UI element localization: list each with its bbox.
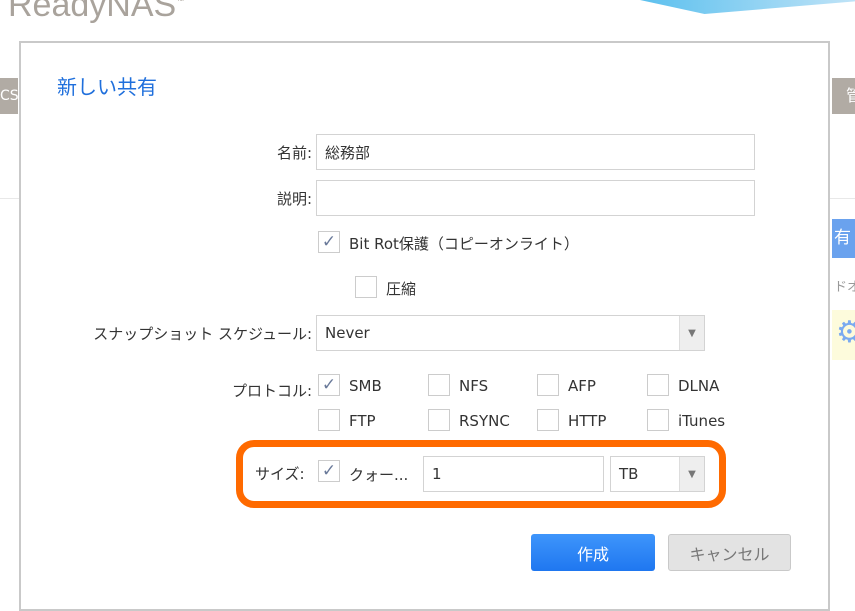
readynas-logo: ReadyNAS™	[8, 0, 184, 25]
snapshot-select[interactable]: Never ▼	[316, 315, 705, 351]
chevron-down-icon: ▼	[679, 457, 704, 491]
description-input[interactable]	[316, 180, 755, 216]
bitrot-checkbox[interactable]: ✓	[318, 231, 340, 253]
protocol-label: プロトコル:	[231, 382, 312, 400]
check-icon: ✓	[321, 232, 337, 252]
protocol-http-checkbox[interactable]	[537, 409, 559, 431]
protocol-dlna-label: DLNA	[678, 377, 720, 395]
unit-value: TB	[619, 465, 639, 483]
bitrot-label: Bit Rot保護（コピーオンライト）	[349, 235, 579, 253]
protocol-smb-label: SMB	[349, 377, 382, 395]
compress-label: 圧縮	[386, 280, 417, 298]
background-text: ドオ	[834, 280, 855, 295]
protocol-ftp-checkbox[interactable]	[318, 409, 340, 431]
protocol-dlna-checkbox[interactable]	[647, 374, 669, 396]
dialog-title: 新しい共有	[57, 75, 157, 99]
check-icon: ✓	[321, 461, 337, 481]
quota-checkbox[interactable]: ✓	[318, 460, 340, 482]
description-label: 説明:	[276, 190, 312, 208]
nav-tab-left[interactable]: CS	[0, 78, 18, 114]
logo-text: ReadyNAS	[8, 0, 177, 24]
name-input[interactable]: 総務部	[316, 134, 755, 170]
protocol-nfs-checkbox[interactable]	[428, 374, 450, 396]
background-button[interactable]: 有	[832, 219, 855, 258]
notice-box: ⚙	[832, 310, 855, 360]
protocol-smb-checkbox[interactable]: ✓	[318, 374, 340, 396]
header-decoration	[640, 0, 855, 14]
chevron-down-icon: ▼	[679, 316, 704, 350]
check-icon: ✓	[321, 375, 337, 395]
protocol-afp-checkbox[interactable]	[537, 374, 559, 396]
compress-checkbox[interactable]	[355, 276, 377, 298]
gear-icon: ⚙	[836, 315, 855, 350]
name-label: 名前:	[276, 144, 312, 162]
logo-tm: ™	[176, 0, 185, 6]
protocol-afp-label: AFP	[568, 377, 596, 395]
snapshot-label: スナップショット スケジュール:	[93, 325, 312, 343]
quota-label: クォー...	[349, 466, 409, 484]
size-label: サイズ:	[255, 465, 305, 483]
create-button[interactable]: 作成	[531, 534, 655, 571]
nav-tab-right[interactable]: 管	[832, 78, 855, 114]
protocol-rsync-label: RSYNC	[459, 412, 510, 430]
cancel-button[interactable]: キャンセル	[668, 534, 791, 571]
protocol-ftp-label: FTP	[349, 412, 376, 430]
protocol-itunes-label: iTunes	[678, 412, 726, 430]
unit-select[interactable]: TB ▼	[610, 456, 705, 492]
snapshot-value: Never	[325, 324, 370, 342]
protocol-nfs-label: NFS	[459, 377, 489, 395]
protocol-http-label: HTTP	[568, 412, 607, 430]
protocol-rsync-checkbox[interactable]	[428, 409, 450, 431]
protocol-itunes-checkbox[interactable]	[647, 409, 669, 431]
size-input[interactable]: 1	[423, 456, 604, 492]
